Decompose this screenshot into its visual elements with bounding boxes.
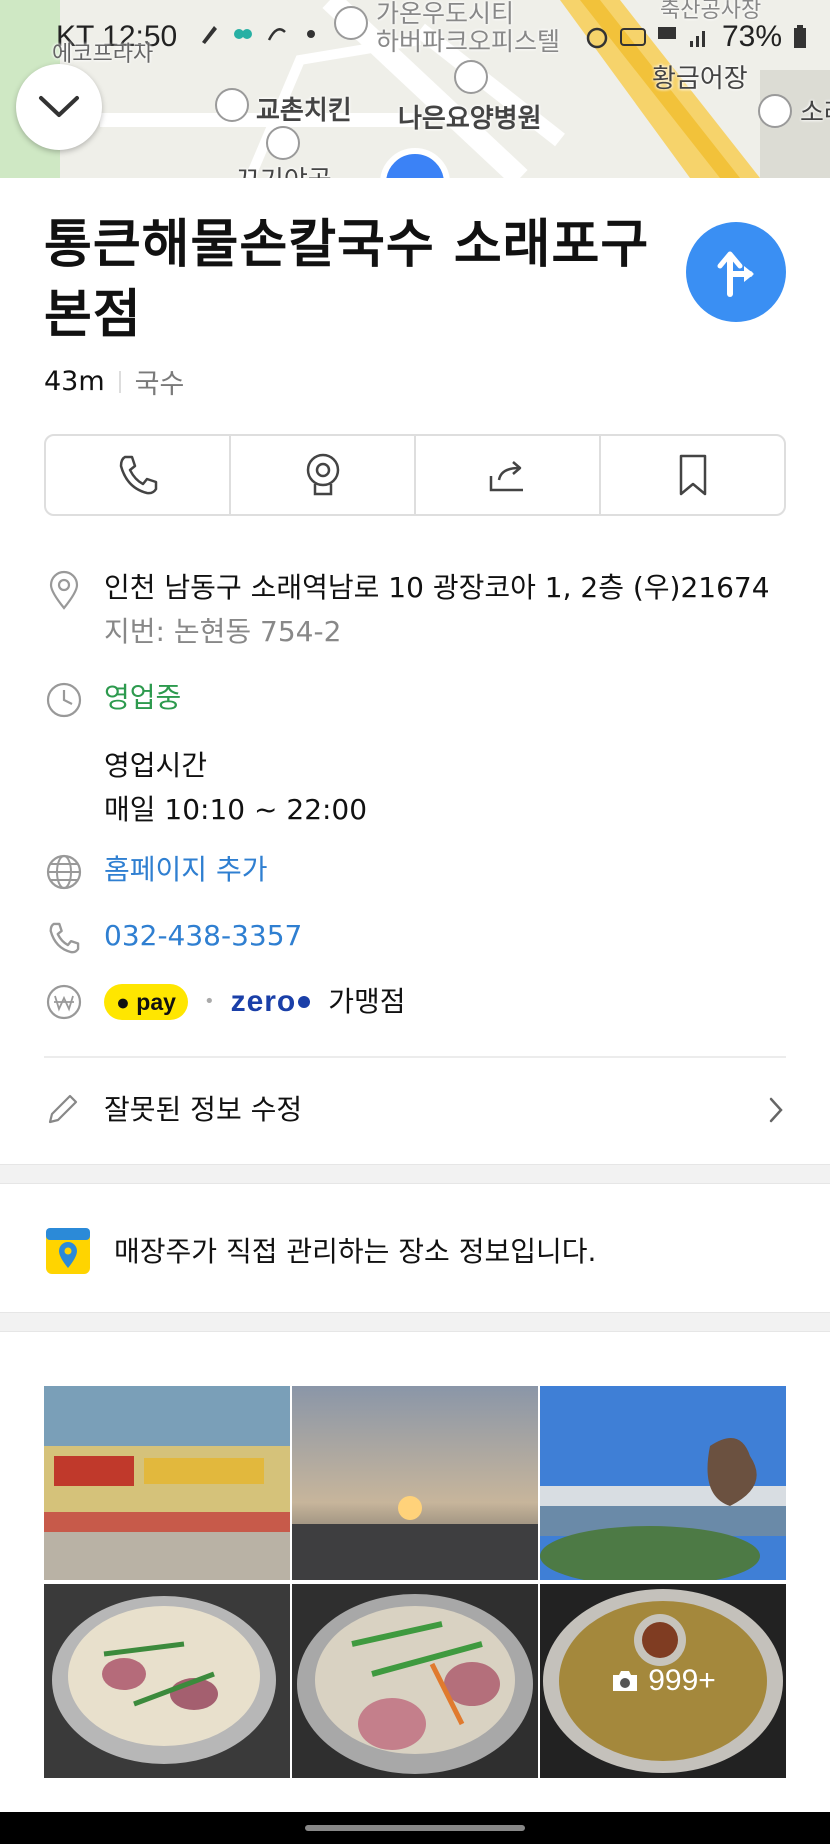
photo-thumbnail[interactable] xyxy=(292,1386,538,1580)
roadview-button[interactable] xyxy=(231,436,416,514)
map-label: 황금어장 xyxy=(652,63,748,93)
photo-thumbnail-more[interactable]: 999+ xyxy=(540,1584,786,1778)
map-label: 에코프라자 xyxy=(52,41,154,66)
building-icon xyxy=(334,6,368,40)
link-icon xyxy=(267,28,286,41)
location-icon xyxy=(44,570,84,610)
map-label: 꼬기야곱 xyxy=(236,160,332,178)
place-title: 통큰해물손칼국수 소래포구본점 xyxy=(44,215,650,345)
battery-percent: 73% xyxy=(721,20,782,53)
bookmark-icon xyxy=(679,454,706,496)
zeropay-logo: zero xyxy=(230,985,297,1018)
phone-icon xyxy=(44,918,84,958)
map-label: 축산공사장 xyxy=(660,0,762,22)
action-bar xyxy=(44,434,786,516)
pen-icon xyxy=(202,26,217,44)
dot-separator: • xyxy=(203,991,215,1012)
hours-row: 영업시간 매일 10:10 ~ 22:00 xyxy=(44,744,804,834)
photo-thumbnail[interactable] xyxy=(540,1386,786,1580)
address-row: 인천 남동구 소래역남로 10 광장코아 1, 2층 (우)21674 지번: … xyxy=(44,570,804,660)
map-label: 소래 xyxy=(800,97,830,127)
homepage-row: 홈페이지 추가 xyxy=(44,852,804,896)
directions-icon xyxy=(717,251,754,297)
chevron-right-icon xyxy=(766,1094,786,1130)
phone-icon xyxy=(119,455,157,495)
owner-verified-icon xyxy=(46,1228,90,1274)
bridge-crab-photo xyxy=(540,1386,786,1580)
hours-label: 영업시간 xyxy=(104,749,208,782)
won-icon xyxy=(44,982,84,1022)
seafood-pot-photo xyxy=(292,1584,538,1778)
divider xyxy=(44,1056,786,1058)
photo-thumbnail[interactable] xyxy=(44,1584,290,1778)
shop-icon xyxy=(758,94,792,128)
dot-icon xyxy=(307,30,315,38)
restaurant-icon xyxy=(215,88,249,122)
photo-thumbnail[interactable] xyxy=(44,1386,290,1580)
section-gap xyxy=(0,1164,830,1184)
collapse-button[interactable] xyxy=(16,64,102,150)
home-handle[interactable] xyxy=(305,1825,525,1831)
open-status[interactable]: 영업중 xyxy=(104,676,181,720)
globe-icon xyxy=(44,852,84,892)
place-meta: 43m 국수 xyxy=(44,362,184,401)
chevron-down-icon xyxy=(39,96,79,117)
merchant-label: 가맹점 xyxy=(328,985,406,1018)
open-status-row: 영업중 xyxy=(44,680,804,724)
hospital-icon xyxy=(454,60,488,94)
sunset-photo xyxy=(292,1386,538,1580)
map-label: 나은요양병원 xyxy=(398,103,542,133)
directions-button[interactable] xyxy=(686,222,786,322)
bookmark-button[interactable] xyxy=(601,436,784,514)
homepage-add-link[interactable]: 홈페이지 추가 xyxy=(104,848,267,892)
owner-notice-text: 매장주가 직접 관리하는 장소 정보입니다. xyxy=(114,1235,597,1268)
section-gap xyxy=(0,1312,830,1332)
kakaopay-label: pay xyxy=(136,989,176,1015)
phone-row: 032-438-3357 xyxy=(44,918,804,962)
signal-icon xyxy=(689,31,705,47)
noodle-soup-photo xyxy=(44,1584,290,1778)
system-nav-bar xyxy=(0,1812,830,1844)
owner-notice: 매장주가 직접 관리하는 장소 정보입니다. xyxy=(44,1224,804,1278)
pencil-icon xyxy=(44,1090,82,1132)
app-icon xyxy=(234,29,252,39)
roadview-icon xyxy=(306,453,339,496)
storefront-photo xyxy=(44,1386,290,1580)
call-button[interactable] xyxy=(46,436,231,514)
distance: 43m xyxy=(44,366,105,397)
map-preview[interactable]: KT 12:50 73% 에코프라자 가온우도시티 하버파크오피스텔 황금어장 … xyxy=(0,0,830,178)
clock-icon xyxy=(44,680,84,720)
5g-icon xyxy=(657,27,676,39)
camera-icon xyxy=(613,1671,638,1691)
notification-icons xyxy=(198,22,322,46)
map-label: 하버파크오피스텔 xyxy=(376,28,561,56)
photo-count: 999+ xyxy=(648,1664,716,1697)
category: 국수 xyxy=(134,369,185,400)
share-icon xyxy=(489,461,523,492)
report-edit-row[interactable]: 잘못된 정보 수정 xyxy=(44,1082,786,1138)
hours-value: 매일 10:10 ~ 22:00 xyxy=(104,793,368,826)
meta-divider xyxy=(118,370,121,393)
share-button[interactable] xyxy=(416,436,601,514)
address-text[interactable]: 인천 남동구 소래역남로 10 광장코아 1, 2층 (우)21674 xyxy=(104,566,770,610)
more-photos-overlay[interactable]: 999+ xyxy=(540,1584,786,1778)
kakaopay-badge: ● pay xyxy=(104,984,188,1020)
phone-number-link[interactable]: 032-438-3357 xyxy=(104,914,302,958)
edit-label: 잘못된 정보 수정 xyxy=(104,1093,303,1126)
alarm-icon xyxy=(586,27,608,49)
photo-grid: 999+ xyxy=(44,1386,786,1778)
battery-icon xyxy=(794,25,806,48)
payment-row: ● pay • zero 가맹점 xyxy=(44,982,804,1028)
zeropay-dot-icon xyxy=(298,996,311,1008)
pharmacy-icon xyxy=(266,126,300,160)
jibun-text: 지번: 논현동 754-2 xyxy=(104,615,342,648)
map-label: 교촌치킨 xyxy=(256,95,352,125)
payment-info: ● pay • zero 가맹점 xyxy=(104,980,406,1024)
status-right: 73% xyxy=(584,20,808,54)
photo-thumbnail[interactable] xyxy=(292,1584,538,1778)
hd-icon xyxy=(619,28,646,46)
